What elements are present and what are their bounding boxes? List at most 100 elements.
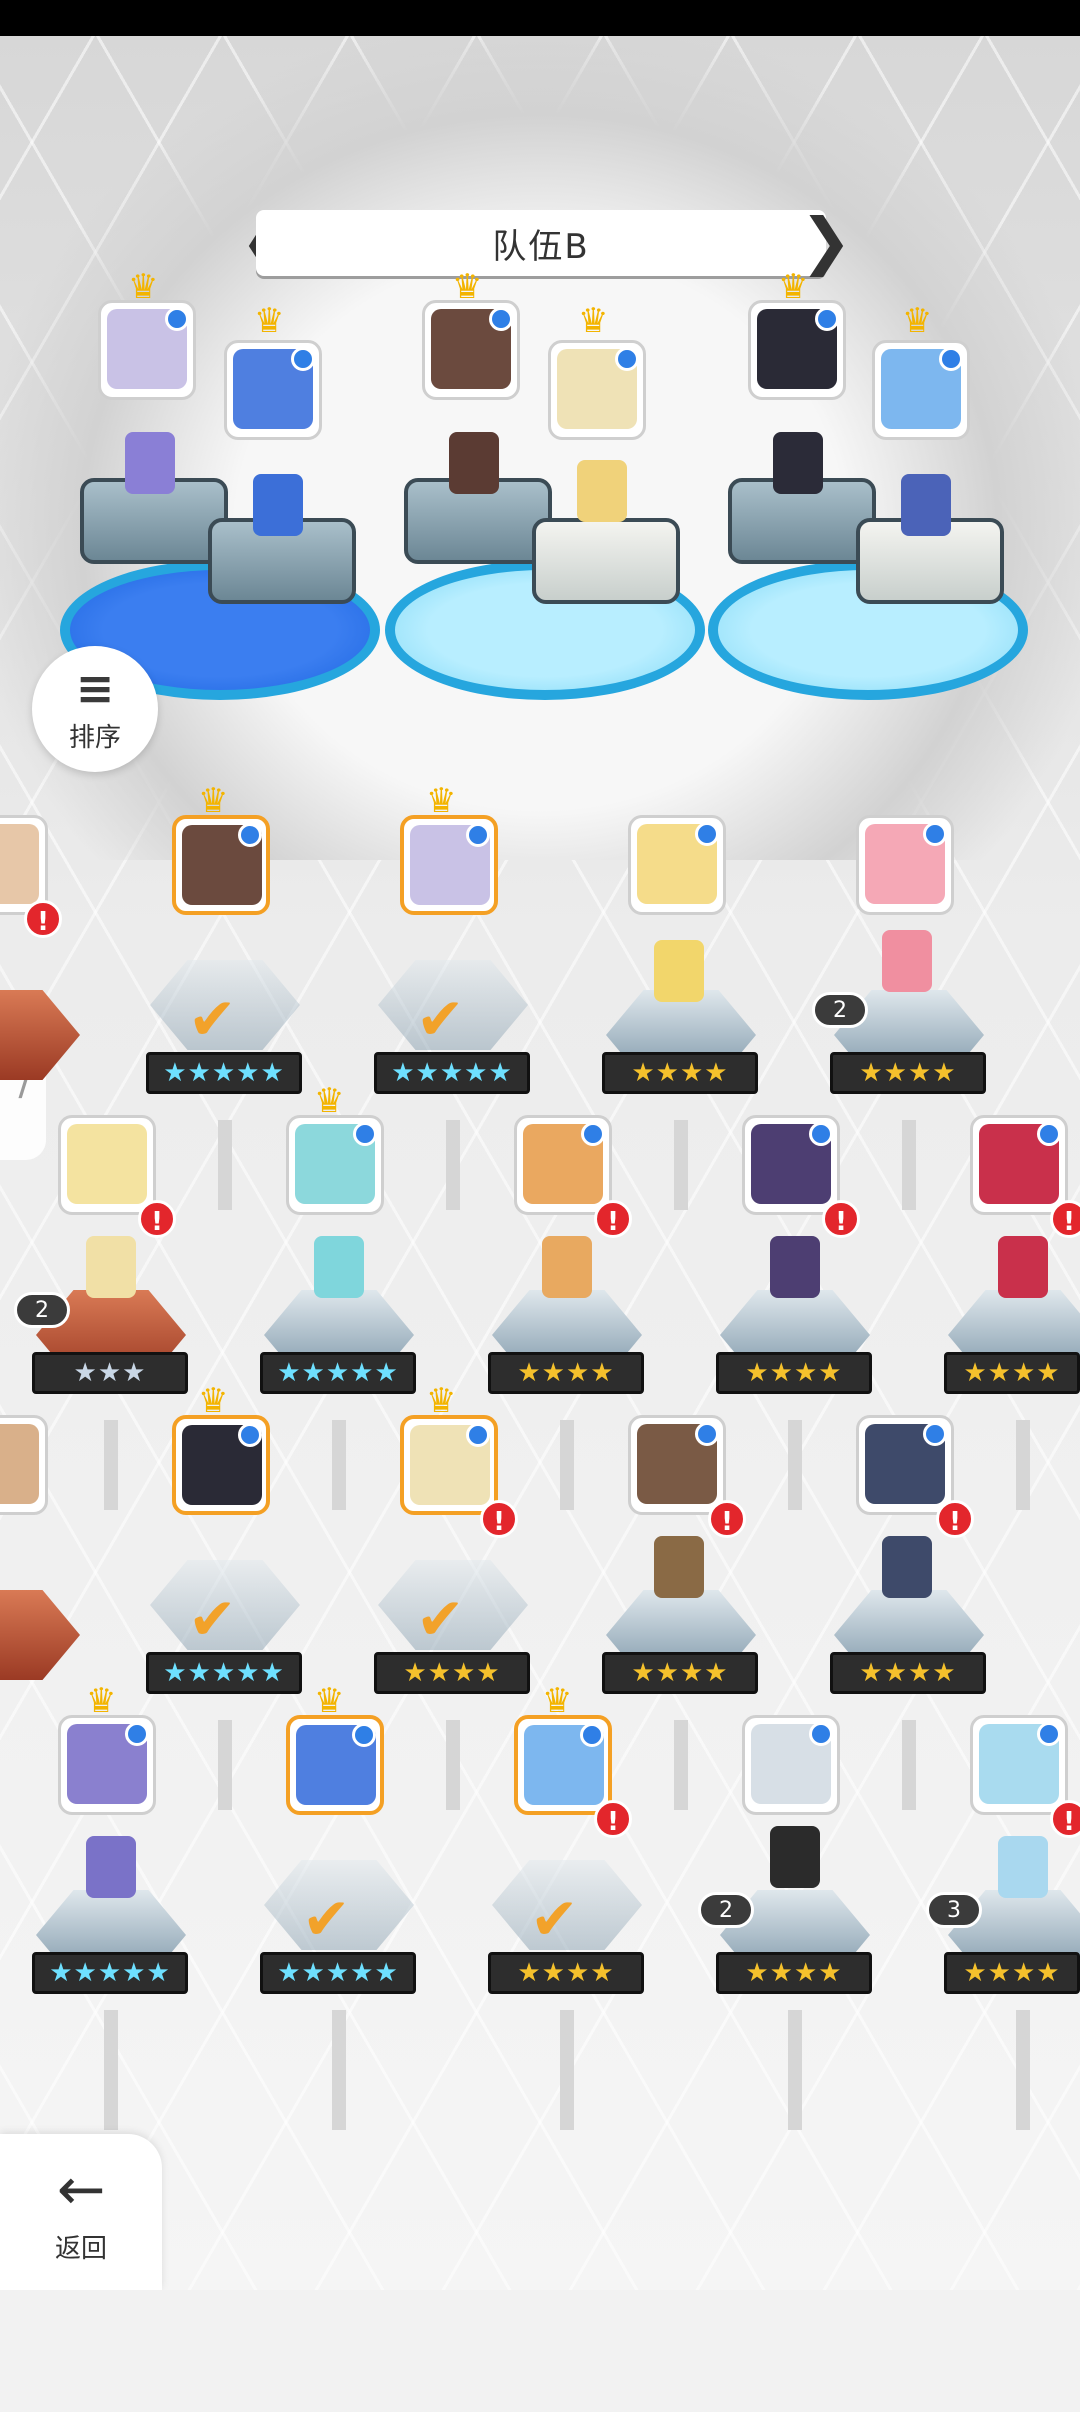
team-hero-portrait[interactable] bbox=[548, 340, 646, 440]
roster-hero-portrait[interactable] bbox=[856, 815, 954, 915]
star-plate: ★★★★ bbox=[830, 1652, 986, 1694]
pole bbox=[104, 2010, 118, 2130]
roster-hero-portrait[interactable] bbox=[58, 1715, 156, 1815]
selected-check-icon: ✔ bbox=[416, 1585, 465, 1653]
team-pedestal[interactable] bbox=[532, 518, 680, 604]
dupe-count-badge: 2 bbox=[14, 1292, 70, 1328]
pole bbox=[902, 1720, 916, 1810]
roster-hero-sprite[interactable] bbox=[542, 1236, 592, 1298]
star-plate: ★★★★★ bbox=[374, 1052, 530, 1094]
roster-hero-sprite[interactable] bbox=[654, 1536, 704, 1598]
roster-hero-sprite[interactable] bbox=[998, 1836, 1048, 1898]
crown-icon: ♛ bbox=[426, 1381, 457, 1421]
pole bbox=[902, 1120, 916, 1210]
sort-icon: ≡ bbox=[75, 660, 115, 715]
roster-hero-sprite[interactable] bbox=[882, 1536, 932, 1598]
back-label: 返回 bbox=[54, 2233, 107, 2264]
star-plate: ★★★★ bbox=[716, 1352, 872, 1394]
roster-hero-portrait[interactable] bbox=[286, 1715, 384, 1815]
team-hero-portrait[interactable] bbox=[748, 300, 846, 400]
star-plate: ★★★★ bbox=[374, 1652, 530, 1694]
star-plate: ★★★ bbox=[32, 1352, 188, 1394]
roster-hero-portrait[interactable] bbox=[514, 1715, 612, 1815]
roster-hero-sprite[interactable] bbox=[654, 940, 704, 1002]
selected-check-icon: ✔ bbox=[302, 1885, 351, 1953]
roster-hero-portrait[interactable] bbox=[742, 1715, 840, 1815]
pole bbox=[446, 1720, 460, 1810]
arrow-left-icon: ← bbox=[56, 2154, 106, 2223]
roster-hero-portrait[interactable] bbox=[400, 815, 498, 915]
bottom-bar bbox=[0, 2290, 1080, 2412]
roster-hero-portrait[interactable] bbox=[742, 1115, 840, 1215]
pole bbox=[446, 1120, 460, 1210]
roster-hero-portrait[interactable] bbox=[970, 1115, 1068, 1215]
team-hero-sprite[interactable] bbox=[901, 474, 951, 536]
crown-icon: ♛ bbox=[902, 301, 933, 341]
roster-hero-portrait[interactable] bbox=[856, 1415, 954, 1515]
dupe-count-badge: 2 bbox=[812, 992, 868, 1028]
alert-badge: ! bbox=[1050, 1800, 1080, 1838]
team-hero-sprite[interactable] bbox=[253, 474, 303, 536]
team-hero-portrait[interactable] bbox=[422, 300, 520, 400]
pole bbox=[218, 1720, 232, 1810]
team-hero-sprite[interactable] bbox=[773, 432, 823, 494]
roster-hero-sprite[interactable] bbox=[86, 1236, 136, 1298]
roster-hero-portrait[interactable] bbox=[286, 1115, 384, 1215]
star-plate: ★★★★ bbox=[716, 1952, 872, 1994]
pole bbox=[332, 2010, 346, 2130]
pole bbox=[332, 1420, 346, 1510]
crown-icon: ♛ bbox=[86, 1681, 117, 1721]
crown-icon: ♛ bbox=[578, 301, 609, 341]
team-hero-portrait[interactable] bbox=[98, 300, 196, 400]
crown-icon: ♛ bbox=[314, 1081, 345, 1121]
roster-hero-portrait[interactable] bbox=[172, 1415, 270, 1515]
roster-hero-sprite[interactable] bbox=[998, 1236, 1048, 1298]
roster-hero-portrait[interactable] bbox=[970, 1715, 1068, 1815]
pole bbox=[104, 1420, 118, 1510]
roster-hero-portrait[interactable] bbox=[514, 1115, 612, 1215]
team-hero-sprite[interactable] bbox=[125, 432, 175, 494]
pole bbox=[788, 1420, 802, 1510]
crown-icon: ♛ bbox=[254, 301, 285, 341]
roster-hero-sprite[interactable] bbox=[882, 930, 932, 992]
dupe-count-badge: 3 bbox=[926, 1892, 982, 1928]
pole bbox=[674, 1720, 688, 1810]
star-plate: ★★★★★ bbox=[146, 1652, 302, 1694]
pole bbox=[560, 2010, 574, 2130]
next-team-arrow[interactable]: ❯ bbox=[800, 208, 852, 274]
pole bbox=[218, 1120, 232, 1210]
selected-check-icon: ✔ bbox=[416, 985, 465, 1053]
pole bbox=[560, 1420, 574, 1510]
team-hero-sprite[interactable] bbox=[577, 460, 627, 522]
roster-hero-sprite[interactable] bbox=[86, 1836, 136, 1898]
pole bbox=[788, 2010, 802, 2130]
roster-hero-portrait[interactable] bbox=[628, 1415, 726, 1515]
team-hero-portrait[interactable] bbox=[224, 340, 322, 440]
roster-hero-sprite[interactable] bbox=[770, 1236, 820, 1298]
alert-badge: ! bbox=[138, 1200, 176, 1238]
crown-icon: ♛ bbox=[198, 1381, 229, 1421]
status-bar bbox=[0, 0, 1080, 36]
roster-hero-portrait[interactable] bbox=[400, 1415, 498, 1515]
roster-hero-sprite[interactable] bbox=[314, 1236, 364, 1298]
selected-check-icon: ✔ bbox=[188, 985, 237, 1053]
alert-badge: ! bbox=[594, 1800, 632, 1838]
dupe-count-badge: 2 bbox=[698, 1892, 754, 1928]
roster-hero-portrait[interactable] bbox=[172, 815, 270, 915]
star-plate: ★★★★★ bbox=[32, 1952, 188, 1994]
star-plate: ★★★★ bbox=[944, 1952, 1080, 1994]
team-hero-portrait[interactable] bbox=[872, 340, 970, 440]
roster-hero-portrait[interactable] bbox=[0, 1415, 48, 1515]
star-plate: ★★★★★ bbox=[260, 1352, 416, 1394]
roster-hero-portrait[interactable] bbox=[58, 1115, 156, 1215]
team-banner: 队伍B bbox=[256, 210, 826, 276]
pole bbox=[674, 1120, 688, 1210]
roster-hero-sprite[interactable] bbox=[770, 1826, 820, 1888]
team-hero-sprite[interactable] bbox=[449, 432, 499, 494]
roster-hero-portrait[interactable] bbox=[628, 815, 726, 915]
back-button[interactable]: ← 返回 bbox=[0, 2134, 162, 2290]
sort-button[interactable]: ≡ 排序 bbox=[32, 646, 158, 772]
alert-badge: ! bbox=[594, 1200, 632, 1238]
alert-badge: ! bbox=[936, 1500, 974, 1538]
crown-icon: ♛ bbox=[426, 781, 457, 821]
